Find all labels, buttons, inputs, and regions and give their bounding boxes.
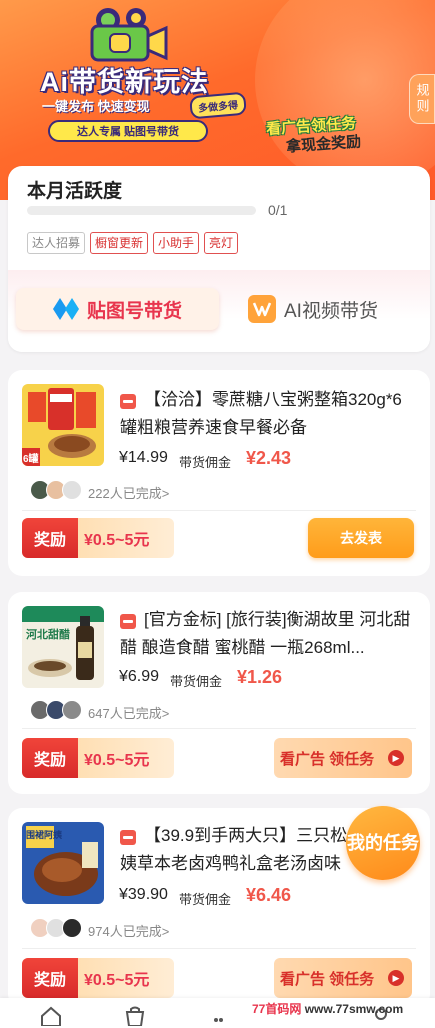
tab-image-post[interactable]: 贴图号带货: [16, 288, 219, 330]
completed-count[interactable]: 974人已完成>: [88, 921, 169, 940]
watch-ad-label: 看广告 领任务: [280, 750, 375, 768]
commission-value: ¥2.43: [246, 448, 292, 468]
completed-avatars: [30, 918, 82, 938]
product-thumb-text: 河北甜醋: [26, 629, 70, 641]
reward-badge: 奖励 ¥0.5~5元: [22, 518, 174, 558]
tab-ai-video[interactable]: AI视频带货: [248, 288, 378, 330]
avatar: [62, 700, 82, 720]
vinegar-image: [22, 606, 104, 688]
video-camera-icon: [90, 8, 168, 62]
activity-card: 本月活跃度 0/1 达人招募 橱窗更新 小助手 亮灯 贴图号带货 AI视频带货: [8, 166, 430, 352]
completed-count[interactable]: 222人已完成>: [88, 483, 169, 502]
activity-title: 本月活跃度: [27, 181, 123, 202]
watch-ad-button[interactable]: 看广告 领任务 ▶: [274, 958, 412, 998]
product-badge: 6罐: [23, 454, 39, 465]
commission-value: ¥6.46: [246, 885, 292, 905]
product-title[interactable]: 【洽洽】零蔗糖八宝粥整箱320g*6罐粗粮营养速食早餐必备: [120, 386, 416, 442]
banner-pill: 达人专属 贴图号带货: [48, 120, 208, 142]
product-thumb-text: 围裙阿姨: [26, 830, 63, 840]
reward-badge: 奖励 ¥0.5~5元: [22, 958, 174, 998]
commission-label: 带货佣金: [170, 674, 223, 689]
product-image: 河北甜醋: [22, 606, 104, 688]
product-image: 6罐: [22, 384, 104, 466]
reward-value: ¥0.5~5元: [84, 532, 150, 549]
arrow-right-icon: ▶: [388, 750, 404, 766]
tag-light-up[interactable]: 亮灯: [204, 232, 239, 254]
product-price: ¥39.90: [119, 886, 168, 903]
watch-ad-label: 看广告 领任务: [280, 970, 375, 988]
tab-ai-video-label: AI视频带货: [284, 300, 378, 322]
bag-icon[interactable]: [124, 1006, 146, 1026]
arrow-right-icon: ▶: [388, 970, 404, 986]
watch-ad-button[interactable]: 看广告 领任务 ▶: [274, 738, 412, 778]
product-price: ¥14.99: [119, 449, 168, 466]
watermark-url: www.77smw.com: [304, 1002, 404, 1016]
card-divider: [22, 510, 416, 511]
reward-label: 奖励: [22, 518, 78, 558]
tag-recruit[interactable]: 达人招募: [27, 232, 86, 254]
watermark: 77首码网 www.77smw.com: [252, 1000, 403, 1017]
product-card[interactable]: 河北甜醋 [官方金标] [旅行装]衡湖故里 河北甜醋 酿造食醋 蜜桃醋 一瓶26…: [8, 592, 430, 794]
card-divider: [22, 728, 416, 729]
product-price: ¥6.99: [119, 668, 160, 685]
home-icon[interactable]: [40, 1006, 62, 1026]
reward-value: ¥0.5~5元: [84, 752, 150, 769]
activity-progress-bar: [27, 206, 256, 215]
commission-label: 带货佣金: [179, 455, 232, 470]
reward-label: 奖励: [22, 958, 78, 998]
activity-tags: 达人招募 橱窗更新 小助手 亮灯: [27, 232, 239, 254]
reward-label: 奖励: [22, 738, 78, 778]
ai-video-icon: [248, 295, 276, 323]
activity-progress-text: 0/1: [268, 202, 288, 218]
chat-icon[interactable]: [210, 1006, 232, 1026]
commission-label: 带货佣金: [179, 892, 232, 907]
avatar: [62, 918, 82, 938]
tag-assistant[interactable]: 小助手: [153, 232, 200, 254]
completed-count[interactable]: 647人已完成>: [88, 703, 169, 722]
banner-subtitle: 一键发布 快速变现: [42, 99, 150, 114]
diamond-icon: [52, 298, 79, 320]
my-tasks-button[interactable]: 我的任务: [346, 806, 420, 880]
reward-badge: 奖励 ¥0.5~5元: [22, 738, 174, 778]
tag-window-update[interactable]: 橱窗更新: [90, 232, 149, 254]
product-image: 围裙阿姨: [22, 822, 104, 904]
card-divider: [22, 948, 416, 949]
banner-glow: [255, 0, 435, 190]
product-card[interactable]: 6罐 【洽洽】零蔗糖八宝粥整箱320g*6罐粗粮营养速食早餐必备 ¥14.99 …: [8, 370, 430, 576]
completed-avatars: [30, 480, 82, 500]
banner-tag: 多做多得: [189, 91, 247, 120]
mode-tabs: 贴图号带货 AI视频带货: [8, 270, 430, 352]
publish-button[interactable]: 去发表: [308, 518, 414, 558]
reward-value: ¥0.5~5元: [84, 972, 150, 989]
banner-title: Ai带货新玩法: [40, 67, 209, 97]
commission-value: ¥1.26: [237, 667, 283, 687]
completed-avatars: [30, 700, 82, 720]
avatar: [62, 480, 82, 500]
rules-button[interactable]: 规则: [409, 74, 435, 124]
tab-image-post-label: 贴图号带货: [86, 300, 182, 322]
product-title[interactable]: [官方金标] [旅行装]衡湖故里 河北甜醋 酿造食醋 蜜桃醋 一瓶268ml..…: [120, 606, 416, 662]
watermark-name: 77首码网: [252, 1002, 302, 1016]
